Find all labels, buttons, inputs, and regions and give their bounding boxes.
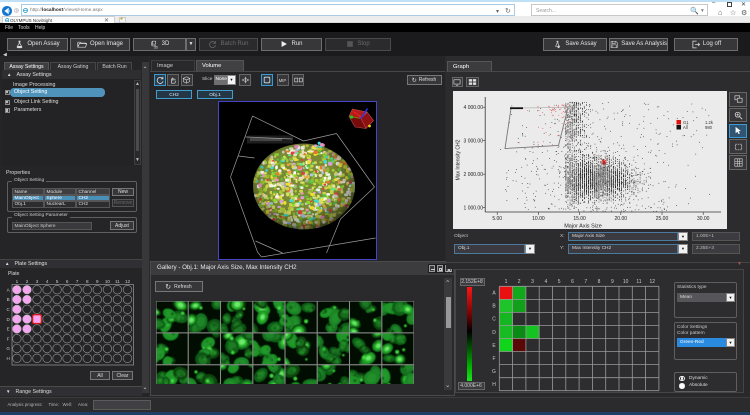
svg-text:9: 9: [611, 279, 614, 285]
svg-text:4: 4: [545, 279, 548, 285]
svg-text:7: 7: [584, 279, 587, 285]
svg-text:8: 8: [598, 279, 601, 285]
svg-text:A: A: [7, 287, 11, 292]
svg-text:10: 10: [623, 279, 629, 285]
svg-text:G: G: [492, 369, 496, 375]
svg-text:8: 8: [86, 279, 89, 284]
svg-text:2: 2: [26, 279, 29, 284]
svg-text:12: 12: [650, 279, 656, 285]
svg-text:3D: 3D: [153, 45, 158, 49]
svg-text:5: 5: [56, 279, 59, 284]
svg-text:15.00: 15.00: [573, 216, 586, 222]
svg-text:12: 12: [125, 279, 131, 284]
svg-text:Major Axis Size: Major Axis Size: [564, 224, 602, 230]
svg-text:7: 7: [76, 279, 79, 284]
svg-text:F: F: [7, 336, 10, 341]
svg-text:20.00: 20.00: [615, 216, 628, 222]
svg-text:6: 6: [571, 279, 574, 285]
svg-text:E: E: [492, 343, 496, 349]
svg-text:11: 11: [115, 279, 120, 284]
svg-text:H: H: [492, 382, 496, 388]
svg-text:4: 4: [46, 279, 49, 284]
svg-text:C: C: [7, 307, 11, 312]
svg-text:B: B: [7, 297, 10, 302]
svg-text:5.00: 5.00: [492, 216, 502, 222]
svg-text:25.00: 25.00: [656, 216, 669, 222]
svg-text:30.00: 30.00: [697, 216, 710, 222]
svg-text:1 000.00: 1 000.00: [464, 205, 484, 211]
svg-text:Max Intensity CH2: Max Intensity CH2: [456, 139, 462, 180]
svg-text:3 000.00: 3 000.00: [464, 139, 484, 145]
svg-text:4 000.00: 4 000.00: [464, 105, 484, 111]
svg-text:D: D: [7, 317, 11, 322]
svg-text:1: 1: [16, 279, 19, 284]
svg-text:3: 3: [531, 279, 534, 285]
svg-text:H: H: [7, 356, 10, 361]
svg-text:10.00: 10.00: [532, 216, 545, 222]
svg-text:5: 5: [558, 279, 561, 285]
svg-text:B: B: [492, 304, 496, 310]
svg-text:10: 10: [105, 279, 111, 284]
svg-text:G: G: [6, 346, 10, 351]
svg-text:E: E: [7, 327, 10, 332]
svg-text:3: 3: [36, 279, 39, 284]
svg-text:A: A: [492, 291, 496, 297]
svg-text:2: 2: [518, 279, 521, 285]
svg-text:9: 9: [96, 279, 99, 284]
svg-text:6: 6: [66, 279, 69, 284]
svg-text:F: F: [492, 356, 495, 362]
svg-text:All: All: [683, 125, 688, 130]
svg-text:D: D: [492, 330, 496, 336]
svg-text:MIP: MIP: [279, 77, 287, 82]
svg-text:11: 11: [636, 279, 641, 285]
svg-text:980: 980: [705, 125, 713, 130]
svg-text:C: C: [492, 317, 496, 323]
svg-text:1: 1: [505, 279, 508, 285]
svg-text:2 000.00: 2 000.00: [464, 172, 484, 178]
